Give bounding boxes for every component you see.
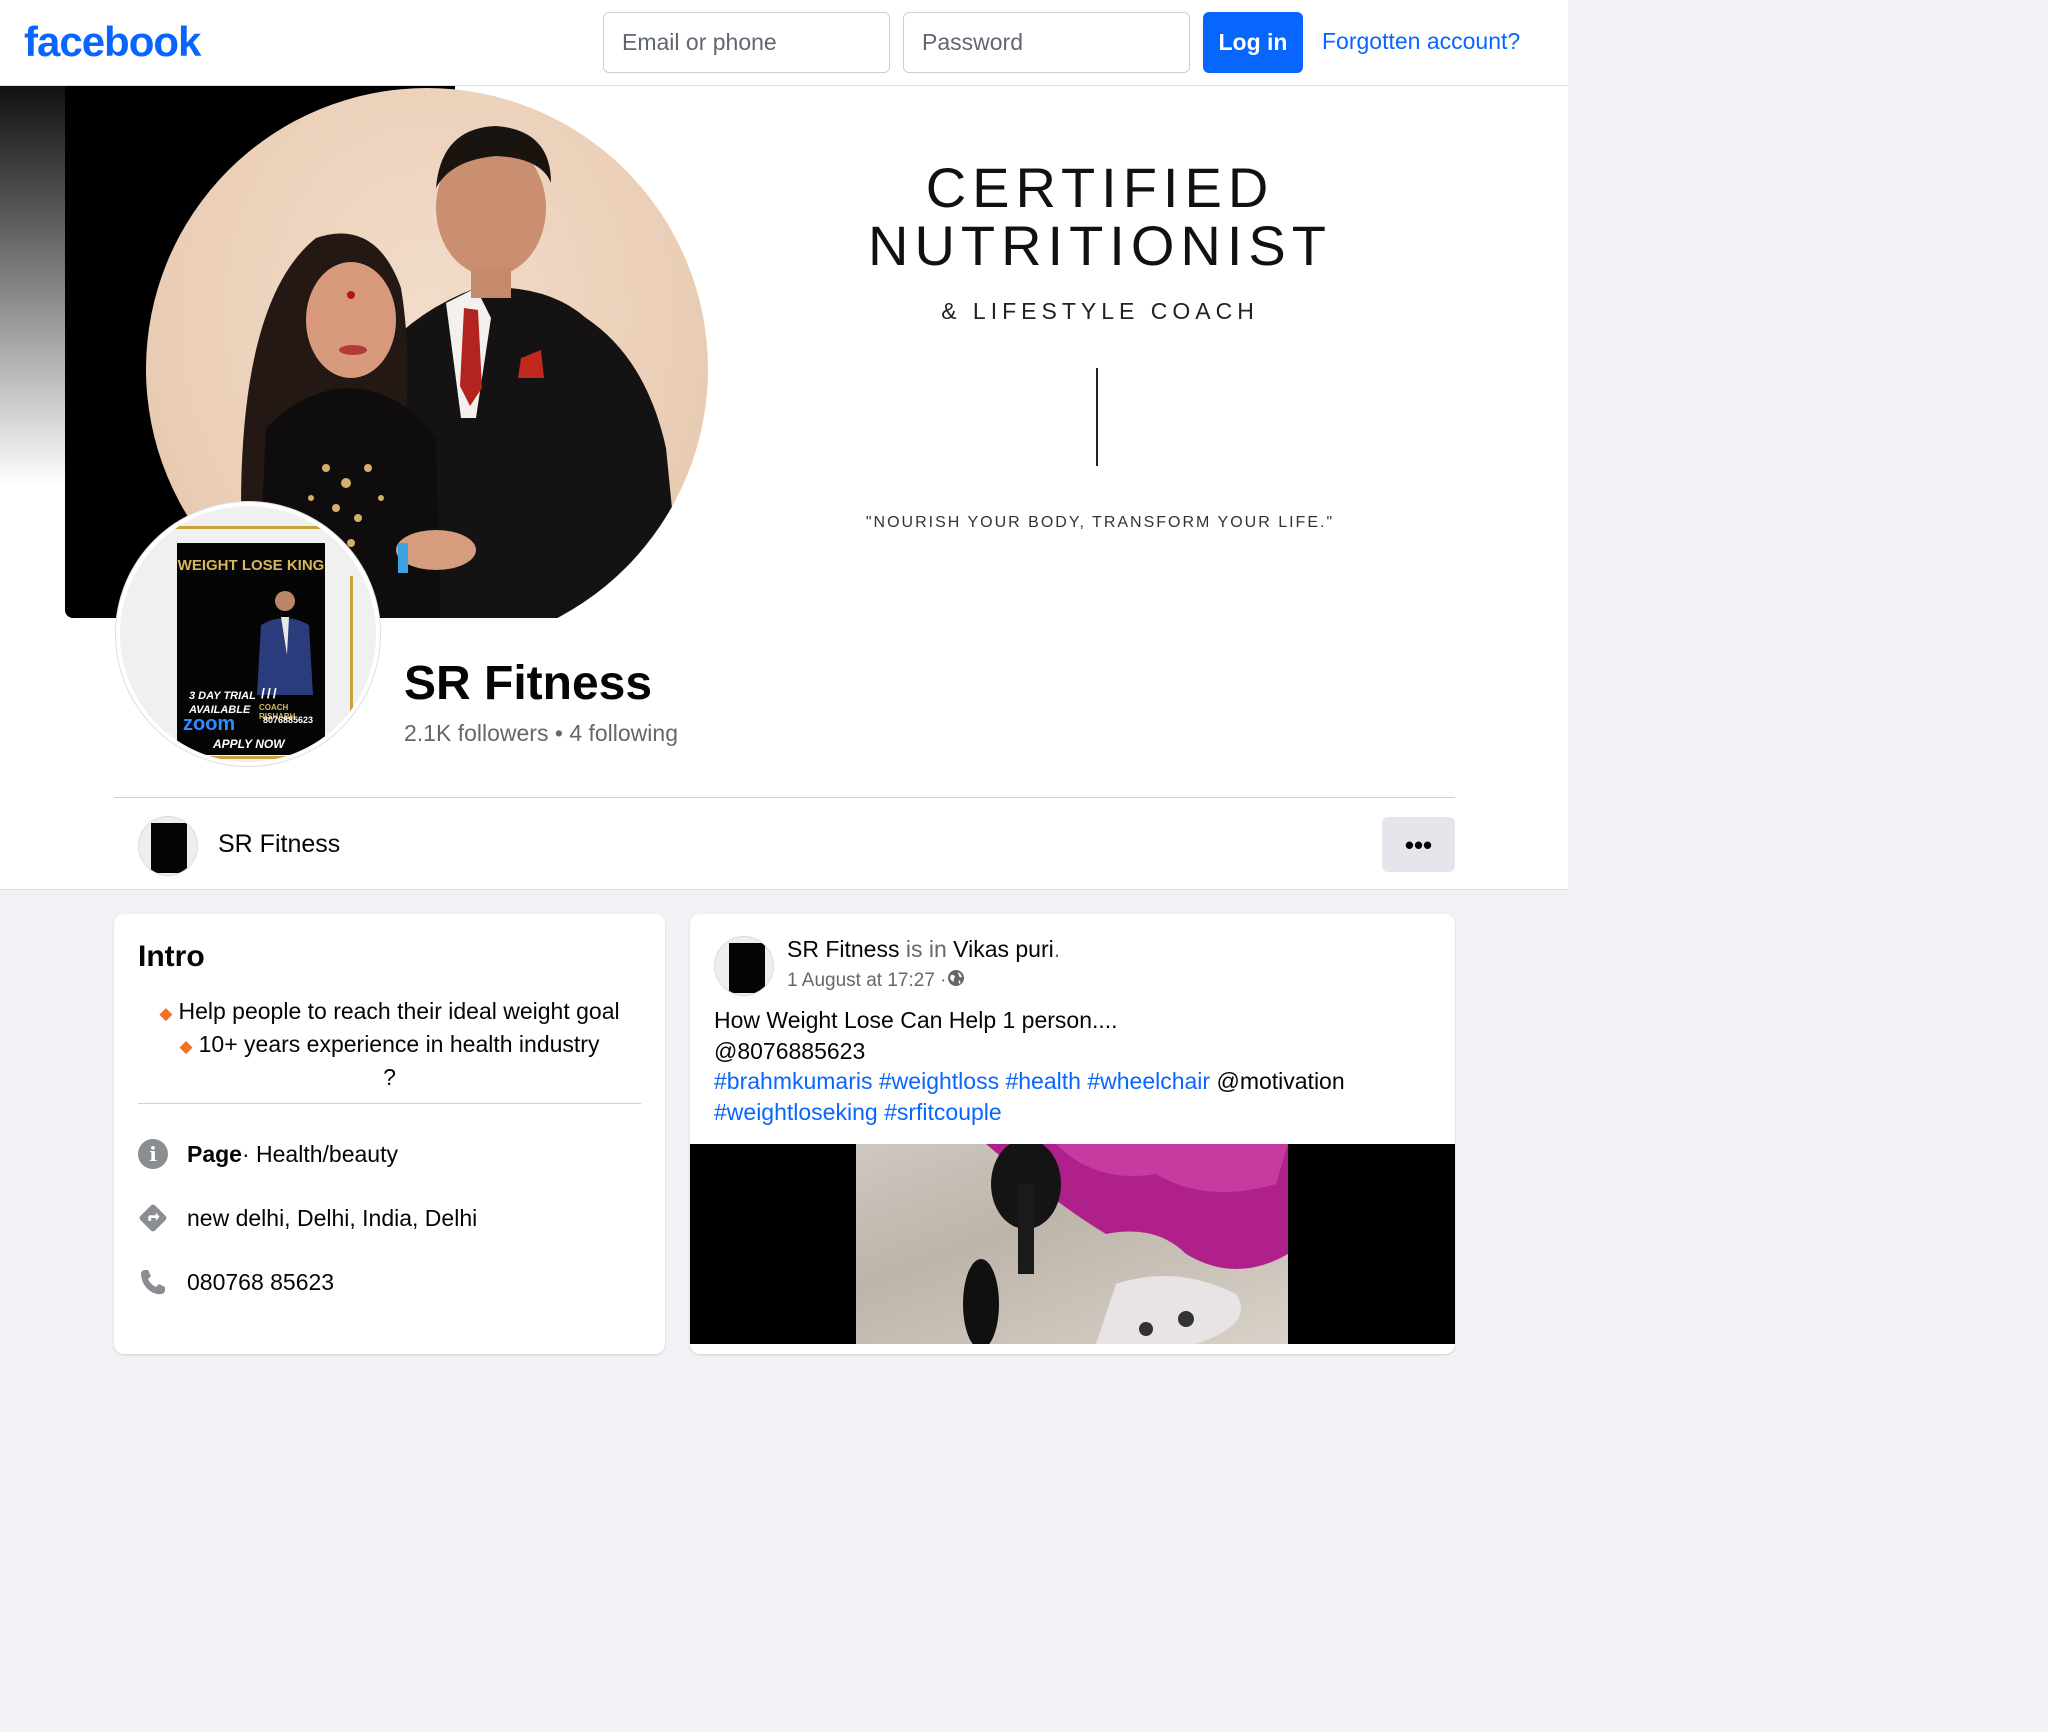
forgotten-account-link[interactable]: Forgotten account?	[1322, 28, 1520, 55]
bio-line-text: Help people to reach their ideal weight …	[178, 998, 620, 1024]
post-author-link[interactable]: SR Fitness	[787, 936, 899, 962]
poster-headline: WEIGHT LOSE KING	[177, 557, 325, 574]
post-period: .	[1053, 936, 1061, 962]
cover-subtitle: & LIFESTYLE COACH	[941, 298, 1259, 324]
following-count[interactable]: 4 following	[569, 720, 678, 746]
sticky-page-name[interactable]: SR Fitness	[218, 830, 340, 859]
address-text[interactable]: new delhi, Delhi, India, Delhi	[187, 1205, 477, 1232]
poster-stripes: ///	[261, 685, 279, 701]
intro-bio: ◆ Help people to reach their ideal weight…	[138, 996, 641, 1093]
mini-poster	[729, 943, 765, 993]
mini-poster	[151, 823, 187, 873]
bio-line: ◆ Help people to reach their ideal weight…	[138, 996, 641, 1029]
hashtag-link[interactable]: #health	[1005, 1068, 1080, 1094]
bio-line: ◆ 10+ years experience in health industry	[138, 1029, 641, 1062]
poster-trial-line1: 3 DAY TRIAL	[189, 690, 256, 702]
weight-lose-king-poster: WEIGHT LOSE KING 3 DAY TRIAL AVAILABLE /…	[177, 543, 325, 755]
video-frame	[856, 1144, 1288, 1344]
hashtag-link[interactable]: #wheelchair	[1087, 1068, 1210, 1094]
poster-phone: 8076885623	[263, 715, 314, 725]
intro-page-category: i Page · Health/beauty	[138, 1137, 398, 1171]
poster-gold-frame	[170, 526, 350, 529]
video-thumbnail-illustration	[963, 1144, 1288, 1344]
post-tags-line: #brahmkumaris #weightloss #health #wheel…	[714, 1066, 1434, 1097]
cover-banner-text: CERTIFIED NUTRITIONIST & LIFESTYLE COACH	[800, 160, 1400, 325]
coach-figure	[257, 591, 313, 695]
mention-text: @motivation	[1216, 1068, 1345, 1094]
intro-title: Intro	[138, 940, 205, 973]
hashtag-link[interactable]: #weightloss	[879, 1068, 999, 1094]
bio-line: ?	[383, 1064, 396, 1090]
cover-divider-line	[1096, 368, 1098, 466]
post-is-in: is in	[899, 936, 954, 962]
intro-phone: 080768 85623	[138, 1265, 334, 1299]
post-video[interactable]	[690, 1144, 1455, 1344]
cover-edge-fade	[0, 86, 66, 486]
globe-icon	[947, 969, 965, 993]
info-icon: i	[138, 1139, 168, 1169]
top-navigation-bar: facebook Log in Forgotten account?	[0, 0, 1568, 86]
intro-address: new delhi, Delhi, India, Delhi	[138, 1201, 477, 1235]
post-timestamp: 1 August at 17:27 ·	[787, 969, 965, 993]
post-location-link[interactable]: Vikas puri	[953, 936, 1054, 962]
poster-gold-frame	[180, 756, 340, 759]
hashtag-link[interactable]: #brahmkumaris	[714, 1068, 873, 1094]
phone-icon	[138, 1267, 168, 1297]
cover-quote: "NOURISH YOUR BODY, TRANSFORM YOUR LIFE.…	[865, 514, 1335, 531]
page-label: Page	[187, 1140, 242, 1167]
facebook-logo[interactable]: facebook	[24, 18, 201, 66]
cover-title-line1: CERTIFIED	[925, 156, 1275, 219]
post-author-avatar[interactable]	[714, 936, 774, 996]
cover-title-line2: NUTRITIONIST	[868, 214, 1332, 277]
post-header: SR Fitness is in Vikas puri.	[787, 936, 1060, 963]
category-label: · Health/beauty	[241, 1140, 398, 1167]
password-input[interactable]	[903, 12, 1190, 73]
post-body: How Weight Lose Can Help 1 person.... @8…	[714, 1005, 1434, 1127]
followers-count[interactable]: 2.1K followers	[404, 720, 548, 746]
poster-gold-frame	[350, 576, 353, 726]
diamond-icon: ◆	[179, 1037, 193, 1056]
poster-cta: APPLY NOW	[213, 737, 285, 751]
follow-stats: 2.1K followers • 4 following	[404, 720, 678, 747]
intro-divider	[138, 1103, 641, 1104]
directions-icon	[138, 1203, 168, 1233]
post-time-text[interactable]: 1 August at 17:27 ·	[787, 970, 947, 992]
bio-line-text: 10+ years experience in health industry	[198, 1031, 600, 1057]
post-line2: @8076885623	[714, 1037, 866, 1064]
more-options-button[interactable]: •••	[1382, 817, 1455, 872]
login-button[interactable]: Log in	[1203, 12, 1303, 73]
profile-picture[interactable]: WEIGHT LOSE KING 3 DAY TRIAL AVAILABLE /…	[116, 502, 380, 766]
hashtag-link[interactable]: #srfitcouple	[884, 1099, 1002, 1125]
post-tags-line: #weightloseking #srfitcouple	[714, 1097, 1434, 1128]
phone-text[interactable]: 080768 85623	[187, 1269, 334, 1296]
post-line1: How Weight Lose Can Help 1 person....	[714, 1007, 1118, 1033]
email-input[interactable]	[603, 12, 890, 73]
sticky-avatar[interactable]	[138, 816, 198, 876]
stats-separator: •	[548, 720, 570, 746]
page-title: SR Fitness	[404, 657, 653, 710]
zoom-logo: zoom	[183, 713, 236, 735]
hashtag-link[interactable]: #weightloseking	[714, 1099, 878, 1125]
diamond-icon: ◆	[159, 1004, 173, 1023]
